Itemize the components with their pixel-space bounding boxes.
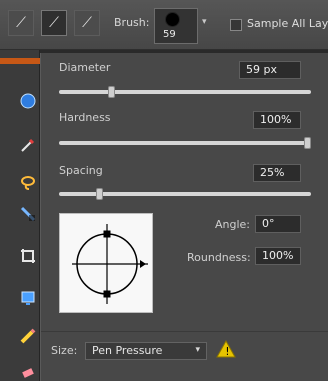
brush-subtract-icon: ⟋	[82, 15, 92, 31]
pencil-tool-icon[interactable]	[17, 325, 39, 347]
brush-mode-add[interactable]: ⟋	[41, 10, 67, 36]
caret-down-icon: ▾	[195, 345, 200, 355]
roundness-input[interactable]: 100%	[255, 247, 301, 265]
brush-mode-single[interactable]: ⟋	[8, 10, 34, 36]
spacing-slider-thumb[interactable]	[95, 188, 103, 200]
sample-all-layers-label: Sample All Lay	[247, 17, 328, 30]
spacing-input[interactable]: 25%	[253, 164, 301, 182]
panel-accent-bar	[0, 58, 40, 64]
eraser-tool-icon[interactable]	[17, 362, 39, 381]
angle-label: Angle:	[215, 218, 251, 231]
svg-text:!: !	[225, 345, 229, 358]
size-label: Size:	[51, 344, 78, 357]
hardness-label: Hardness	[59, 111, 111, 124]
lasso-tool-icon[interactable]	[17, 171, 39, 193]
angle-input[interactable]: 0°	[255, 215, 301, 233]
brush-angle-roundness-icon	[72, 224, 148, 304]
caret-down-icon[interactable]: ▾	[202, 17, 207, 27]
hardness-slider-track[interactable]	[59, 141, 311, 145]
brush-preset-picker[interactable]: 59	[154, 8, 198, 44]
brush-label: Brush:	[114, 16, 150, 29]
brush-mode-subtract[interactable]: ⟋	[74, 10, 100, 36]
tools-panel	[0, 50, 40, 381]
crop-tool-icon[interactable]	[17, 245, 39, 267]
diameter-label: Diameter	[59, 61, 111, 74]
diameter-slider-track[interactable]	[59, 90, 311, 94]
brush-size-value: 59	[163, 29, 176, 40]
sample-all-layers-checkbox[interactable]	[230, 19, 242, 31]
brush-tip-preview	[165, 12, 180, 27]
hardness-input[interactable]: 100%	[253, 111, 301, 129]
roundness-label: Roundness:	[187, 251, 251, 264]
brush-settings-panel: Diameter 59 px Hardness 100% Spacing 25%…	[40, 53, 328, 381]
spacing-label: Spacing	[59, 164, 103, 177]
brush-add-icon: ⟋	[49, 15, 59, 31]
size-control-select[interactable]: Pen Pressure ▾	[85, 342, 207, 360]
hardness-slider-thumb[interactable]	[304, 137, 311, 149]
diameter-slider-thumb[interactable]	[108, 86, 115, 98]
warning-icon: !	[216, 339, 236, 359]
move-tool-icon[interactable]	[17, 287, 39, 309]
brush-single-icon: ⟋	[16, 15, 26, 31]
eyedropper-tool-icon[interactable]	[17, 134, 39, 156]
size-control-value: Pen Pressure	[92, 344, 163, 357]
zoom-tool-icon[interactable]	[17, 90, 39, 112]
photoshop-window: ⟋ ⟋ ⟋ Brush: 59 ▾ Sample All Lay Diamete…	[0, 0, 328, 381]
panel-divider	[41, 331, 328, 332]
brush-shape-preview[interactable]	[59, 213, 153, 313]
options-bar: ⟋ ⟋ ⟋ Brush: 59 ▾ Sample All Lay	[0, 0, 328, 50]
diameter-input[interactable]: 59 px	[239, 61, 301, 79]
quick-selection-tool-icon[interactable]	[17, 203, 39, 225]
